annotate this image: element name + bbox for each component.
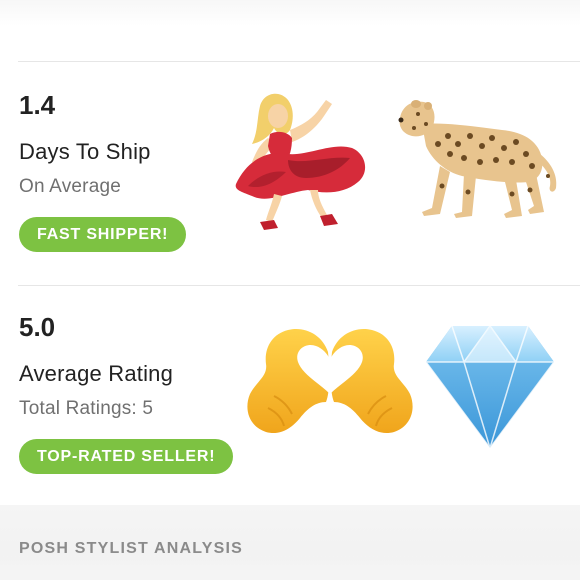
divider-top (18, 61, 580, 62)
shipping-title: Days To Ship (19, 139, 151, 164)
shipping-value: 1.4 (19, 90, 56, 120)
shipping-stat: 1.4 Days To Ship On Average FAST SHIPPER… (19, 90, 187, 252)
bottom-fade (0, 552, 580, 580)
heart-hands-icon (247, 328, 413, 434)
top-shadow (0, 0, 580, 26)
top-rated-badge: TOP-RATED SELLER! (19, 439, 234, 474)
shipping-subtitle: On Average (19, 176, 122, 197)
leopard-icon (398, 100, 557, 218)
rating-stat: 5.0 Average Rating Total Ratings: 5 TOP-… (19, 312, 234, 474)
rating-subtitle: Total Ratings: 5 (19, 398, 154, 419)
diamond-icon (425, 324, 555, 450)
fast-shipper-badge: FAST SHIPPER! (19, 217, 187, 252)
divider-middle (18, 285, 580, 286)
rating-value: 5.0 (19, 312, 56, 342)
dancer-icon (235, 93, 366, 230)
rating-title: Average Rating (19, 361, 174, 386)
